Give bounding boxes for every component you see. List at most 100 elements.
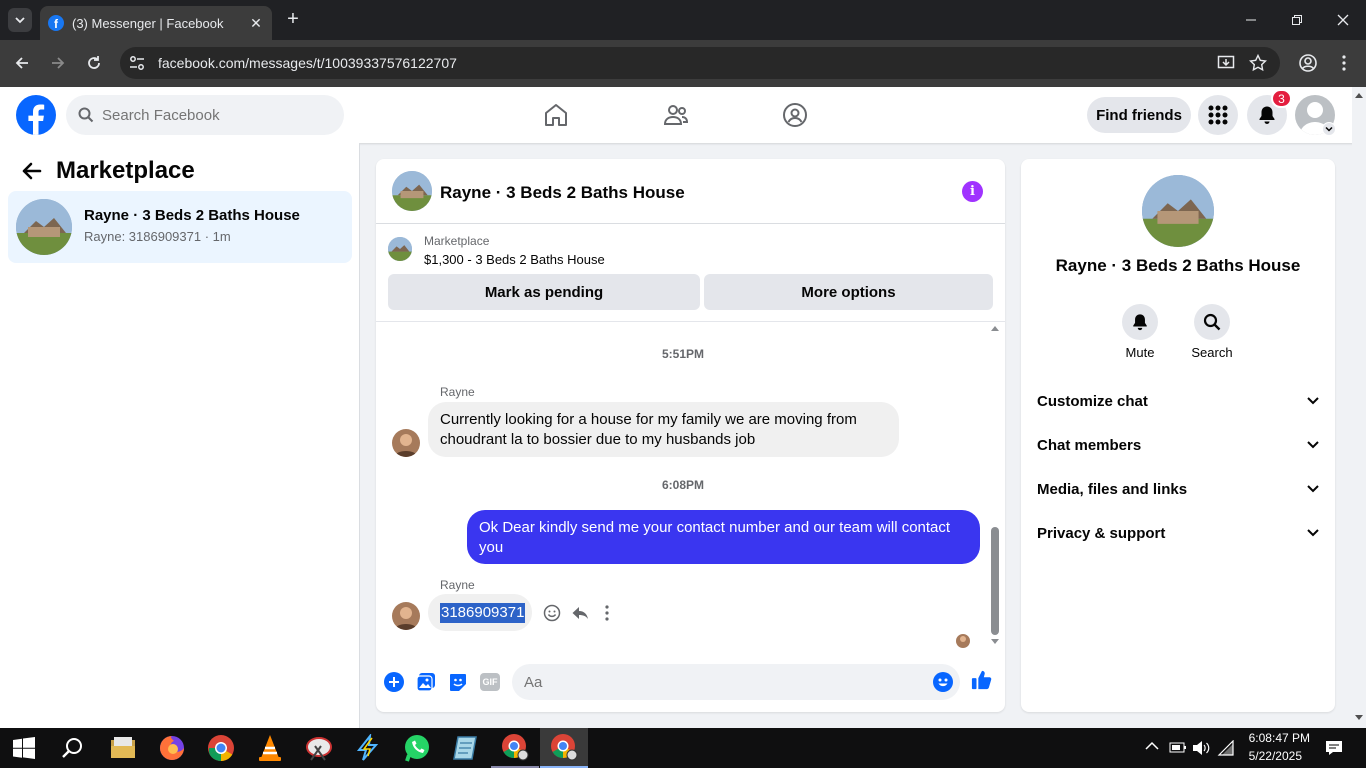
search-conversation-button[interactable] <box>1194 304 1230 340</box>
start-button[interactable] <box>0 728 48 768</box>
details-title: Rayne · 3 Beds 2 Baths House <box>1055 256 1301 275</box>
scroll-down-icon[interactable] <box>1354 714 1364 722</box>
browser-tab[interactable]: f (3) Messenger | Facebook ✕ <box>40 6 272 40</box>
search-icon <box>78 107 94 123</box>
chrome-active-icon[interactable] <box>540 728 588 768</box>
clock-date[interactable]: 5/22/2025 <box>1236 749 1302 763</box>
react-icon[interactable] <box>543 604 561 622</box>
listing-thumbnail <box>16 199 72 255</box>
listing-small-thumbnail <box>388 237 412 261</box>
tab-title: (3) Messenger | Facebook <box>72 15 224 31</box>
section-label: Media, files and links <box>1037 480 1188 498</box>
conversation-name: Rayne · 3 Beds 2 Baths House <box>84 207 300 224</box>
mark-pending-button[interactable]: Mark as pending <box>388 274 700 310</box>
action-center-icon[interactable] <box>1325 740 1343 756</box>
forward-button[interactable] <box>45 50 71 76</box>
reload-button[interactable] <box>81 50 107 76</box>
scroll-down-icon[interactable] <box>990 638 1000 646</box>
volume-icon[interactable] <box>1192 740 1210 756</box>
site-settings-icon[interactable] <box>128 54 146 72</box>
reply-icon[interactable] <box>571 604 589 622</box>
photo-icon[interactable] <box>415 671 437 693</box>
section-privacy-support[interactable]: Privacy & support <box>1029 513 1327 553</box>
firefox-icon[interactable] <box>148 728 196 768</box>
chrome-icon[interactable] <box>197 728 245 768</box>
minimize-button[interactable] <box>1228 0 1274 40</box>
chevron-down-icon <box>15 17 25 24</box>
notes-app-icon[interactable] <box>442 728 490 768</box>
details-thumbnail[interactable] <box>1142 175 1214 247</box>
taskbar-search-button[interactable] <box>48 728 96 768</box>
account-caret[interactable] <box>1322 122 1336 136</box>
notification-badge: 3 <box>1271 89 1292 108</box>
clock-time[interactable]: 6:08:47 PM <box>1236 731 1310 745</box>
close-window-button[interactable] <box>1320 0 1366 40</box>
section-chat-members[interactable]: Chat members <box>1029 425 1327 465</box>
message-input[interactable] <box>524 673 960 691</box>
scroll-up-icon[interactable] <box>990 324 1000 332</box>
address-bar[interactable]: facebook.com/messages/t/100393375761227​… <box>120 47 1280 79</box>
search-bar[interactable] <box>66 95 344 135</box>
incoming-message[interactable]: 3186909371 <box>428 594 532 631</box>
mute-button[interactable] <box>1122 304 1158 340</box>
find-friends-button[interactable]: Find friends <box>1087 97 1191 133</box>
snipping-tool-icon[interactable] <box>295 728 343 768</box>
wifi-icon[interactable] <box>1217 740 1235 756</box>
nav-groups[interactable] <box>777 97 813 133</box>
like-icon[interactable] <box>971 669 993 691</box>
close-tab-icon[interactable]: ✕ <box>248 15 264 32</box>
new-tab-button[interactable]: + <box>282 8 304 30</box>
sender-avatar[interactable] <box>392 429 420 457</box>
whatsapp-icon[interactable] <box>393 728 441 768</box>
menu-button[interactable] <box>1198 95 1238 135</box>
more-options-button[interactable]: More options <box>704 274 993 310</box>
message-sender: Rayne <box>440 385 475 399</box>
close-icon <box>1337 14 1349 26</box>
listing-summary[interactable]: $1,300 - 3 Beds 2 Baths House <box>424 252 605 267</box>
chat-scrollbar-thumb[interactable] <box>991 527 999 635</box>
tab-search-button[interactable] <box>8 8 32 32</box>
scroll-up-icon[interactable] <box>1354 91 1364 99</box>
install-app-button[interactable] <box>1213 50 1239 76</box>
chat-title[interactable]: Rayne · 3 Beds 2 Baths House <box>440 183 685 203</box>
groups-icon <box>783 103 807 127</box>
back-arrow-icon[interactable] <box>20 160 44 184</box>
chevron-down-icon <box>1307 441 1319 449</box>
chrome-profile-icon[interactable] <box>491 728 539 768</box>
friends-icon <box>663 105 689 125</box>
battery-icon[interactable] <box>1169 740 1187 754</box>
vlc-icon[interactable] <box>246 728 294 768</box>
grid-menu-icon <box>1208 105 1228 125</box>
restore-icon <box>1292 15 1302 25</box>
chat-header-thumbnail[interactable] <box>392 171 432 211</box>
restore-button[interactable] <box>1274 0 1320 40</box>
facebook-logo-icon[interactable] <box>16 95 56 135</box>
selected-message-text[interactable]: 3186909371 <box>440 602 526 623</box>
browser-menu-button[interactable] <box>1331 50 1357 76</box>
sticker-icon[interactable] <box>447 671 469 693</box>
search-input[interactable] <box>102 106 322 124</box>
page-scrollbar[interactable] <box>1352 87 1366 728</box>
arrow-left-icon <box>15 57 28 69</box>
more-vertical-icon[interactable] <box>605 605 609 621</box>
bookmark-button[interactable] <box>1245 50 1271 76</box>
section-customize-chat[interactable]: Customize chat <box>1029 381 1327 421</box>
sender-avatar[interactable] <box>392 602 420 630</box>
nav-friends[interactable] <box>658 97 694 133</box>
file-explorer-icon[interactable] <box>99 728 147 768</box>
message-composer[interactable] <box>512 664 960 700</box>
add-icon[interactable] <box>383 671 405 693</box>
outgoing-message[interactable]: Ok Dear kindly send me your contact numb… <box>467 510 980 564</box>
nav-home[interactable] <box>538 97 574 133</box>
section-label: Chat members <box>1037 436 1142 454</box>
power-automate-icon[interactable] <box>344 728 392 768</box>
info-icon[interactable]: i <box>962 181 983 202</box>
gif-icon[interactable]: GIF <box>479 671 501 693</box>
back-button[interactable] <box>9 50 35 76</box>
profile-button[interactable] <box>1295 50 1321 76</box>
section-media-files-links[interactable]: Media, files and links <box>1029 469 1327 509</box>
emoji-icon[interactable] <box>932 671 954 693</box>
incoming-message[interactable]: Currently looking for a house for my fam… <box>428 402 899 457</box>
chevron-up-icon[interactable] <box>1145 741 1159 751</box>
chevron-down-icon <box>1325 126 1333 132</box>
